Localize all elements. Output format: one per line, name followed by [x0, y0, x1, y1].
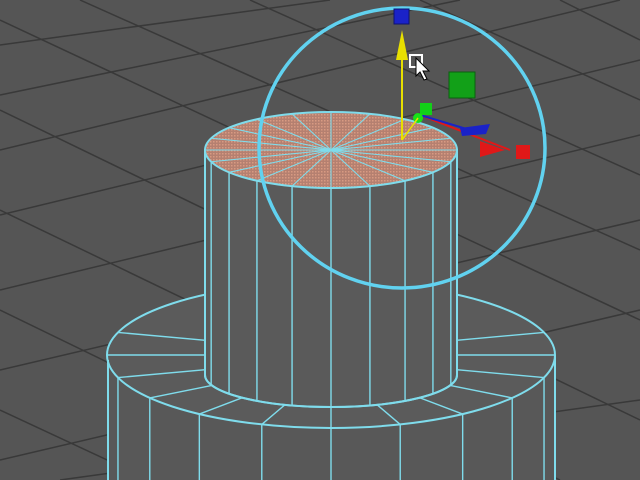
- z-move-arrow-icon[interactable]: [460, 124, 490, 136]
- x-scale-handle-icon[interactable]: [516, 145, 530, 159]
- center-scale-handle-icon[interactable]: [420, 103, 432, 115]
- selected-top-face[interactable]: [204, 111, 458, 189]
- viewport-canvas[interactable]: [0, 0, 640, 480]
- y-move-arrow-icon[interactable]: [396, 30, 408, 60]
- 3d-viewport[interactable]: [0, 0, 640, 480]
- plane-move-handle-icon[interactable]: [448, 71, 476, 99]
- y-scale-handle-icon[interactable]: [393, 8, 410, 25]
